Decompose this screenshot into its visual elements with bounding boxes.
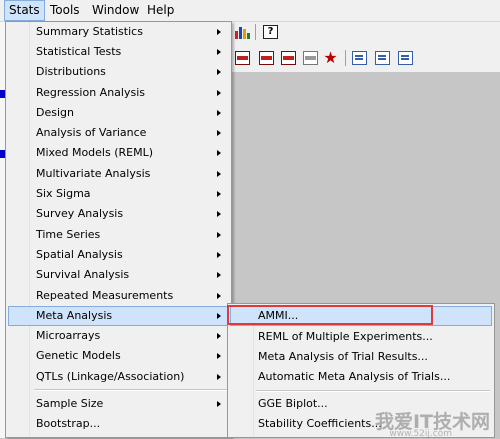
submenu-arrow-icon	[217, 333, 221, 339]
menu-item-label: Time Series	[36, 228, 101, 241]
menu-item-spatial-analysis[interactable]: Spatial Analysis	[8, 245, 229, 265]
menu-item-sample-size[interactable]: Sample Size	[8, 394, 229, 414]
menu-item-qtls[interactable]: QTLs (Linkage/Association)	[8, 367, 229, 387]
menu-item-label: Genetic Models	[36, 349, 121, 362]
menu-item-label: Survey Analysis	[36, 207, 124, 220]
menu-item-label: Spatial Analysis	[36, 248, 123, 261]
submenu-item-meta-analysis-trial-results[interactable]: Meta Analysis of Trial Results...	[230, 347, 492, 367]
menu-item-label: Bootstrap...	[36, 417, 101, 430]
menu-item-label: Microarrays	[36, 329, 101, 342]
menu-item-design[interactable]: Design	[8, 103, 229, 123]
submenu-arrow-icon	[217, 401, 221, 407]
submenu-arrow-icon	[217, 232, 221, 238]
menu-stats[interactable]: Stats	[4, 0, 45, 21]
menu-item-label: Survival Analysis	[36, 268, 130, 281]
menu-item-multivariate-analysis[interactable]: Multivariate Analysis	[8, 164, 229, 184]
submenu-arrow-icon	[217, 252, 221, 258]
submenu-arrow-icon	[217, 49, 221, 55]
submenu-arrow-icon	[217, 150, 221, 156]
submenu-arrow-icon	[217, 313, 221, 319]
menu-item-meta-analysis[interactable]: Meta Analysis	[8, 306, 229, 326]
submenu-arrow-icon	[217, 191, 221, 197]
menu-item-statistical-tests[interactable]: Statistical Tests	[8, 42, 229, 62]
gray-spreadsheet-icon[interactable]	[303, 51, 318, 65]
menu-item-mixed-models[interactable]: Mixed Models (REML)	[8, 143, 229, 163]
menu-item-label: Distributions	[36, 65, 106, 78]
menu-item-analysis-of-variance[interactable]: Analysis of Variance	[8, 123, 229, 143]
menu-item-label: Multivariate Analysis	[36, 167, 151, 180]
menu-item-label: REML of Multiple Experiments...	[258, 330, 433, 343]
menu-item-six-sigma[interactable]: Six Sigma	[8, 184, 229, 204]
menu-item-label: Automatic Meta Analysis of Trials...	[258, 370, 451, 383]
menu-item-microarrays[interactable]: Microarrays	[8, 326, 229, 346]
menu-item-label: Repeated Measurements	[36, 289, 174, 302]
help-icon[interactable]: ?	[263, 25, 278, 39]
menu-window[interactable]: Window	[88, 0, 143, 21]
menu-item-survival-analysis[interactable]: Survival Analysis	[8, 265, 229, 285]
stats-menu: Summary Statistics Statistical Tests Dis…	[5, 21, 232, 438]
submenu-arrow-icon	[217, 353, 221, 359]
submenu-arrow-icon	[217, 211, 221, 217]
menu-item-regression-analysis[interactable]: Regression Analysis	[8, 83, 229, 103]
menu-item-label: Six Sigma	[36, 187, 91, 200]
paste-doc-icon[interactable]	[375, 51, 390, 65]
toolbar-separator	[255, 24, 256, 40]
red-spreadsheet-icon[interactable]	[281, 51, 296, 65]
submenu-arrow-icon	[217, 110, 221, 116]
menu-bar: Stats Tools Window Help	[0, 0, 500, 22]
submenu-item-reml-multiple-experiments[interactable]: REML of Multiple Experiments...	[230, 327, 492, 347]
menu-item-label: Meta Analysis of Trial Results...	[258, 350, 428, 363]
menu-item-summary-statistics[interactable]: Summary Statistics	[8, 22, 229, 42]
copy-doc-icon[interactable]	[352, 51, 367, 65]
submenu-arrow-icon	[217, 171, 221, 177]
menu-divider	[256, 390, 490, 392]
submenu-arrow-icon	[217, 374, 221, 380]
submenu-arrow-icon	[217, 29, 221, 35]
menu-item-label: Summary Statistics	[36, 25, 143, 38]
submenu-arrow-icon	[217, 69, 221, 75]
menu-divider	[34, 389, 227, 391]
menu-item-distributions[interactable]: Distributions	[8, 62, 229, 82]
submenu-item-automatic-meta-analysis[interactable]: Automatic Meta Analysis of Trials...	[230, 367, 492, 387]
menu-item-label: QTLs (Linkage/Association)	[36, 370, 185, 383]
menu-item-label: GGE Biplot...	[258, 397, 328, 410]
menu-help[interactable]: Help	[143, 0, 178, 21]
menu-item-repeated-measurements[interactable]: Repeated Measurements	[8, 286, 229, 306]
bar-chart-icon[interactable]	[235, 25, 250, 39]
menu-item-label: Meta Analysis	[36, 309, 113, 322]
annotation-highlight-box	[227, 305, 433, 325]
toolbar-separator	[345, 50, 346, 66]
menu-item-time-series[interactable]: Time Series	[8, 225, 229, 245]
menu-item-survey-analysis[interactable]: Survey Analysis	[8, 204, 229, 224]
red-spreadsheet-icon[interactable]	[259, 51, 274, 65]
submenu-arrow-icon	[217, 272, 221, 278]
menu-item-label: Statistical Tests	[36, 45, 122, 58]
menu-item-label: Sample Size	[36, 397, 104, 410]
red-star-icon[interactable]: ★	[323, 50, 338, 66]
properties-icon[interactable]	[398, 51, 413, 65]
menu-item-label: Mixed Models (REML)	[36, 146, 154, 159]
menu-tools[interactable]: Tools	[46, 0, 84, 21]
menu-item-label: Analysis of Variance	[36, 126, 147, 139]
menu-item-bootstrap[interactable]: Bootstrap...	[8, 414, 229, 434]
submenu-arrow-icon	[217, 90, 221, 96]
menu-item-label: Design	[36, 106, 74, 119]
menu-item-label: Stability Coefficients...	[258, 417, 382, 430]
submenu-arrow-icon	[217, 130, 221, 136]
menu-item-label: Regression Analysis	[36, 86, 145, 99]
red-spreadsheet-icon[interactable]	[235, 51, 250, 65]
menu-item-genetic-models[interactable]: Genetic Models	[8, 346, 229, 366]
submenu-arrow-icon	[217, 293, 221, 299]
